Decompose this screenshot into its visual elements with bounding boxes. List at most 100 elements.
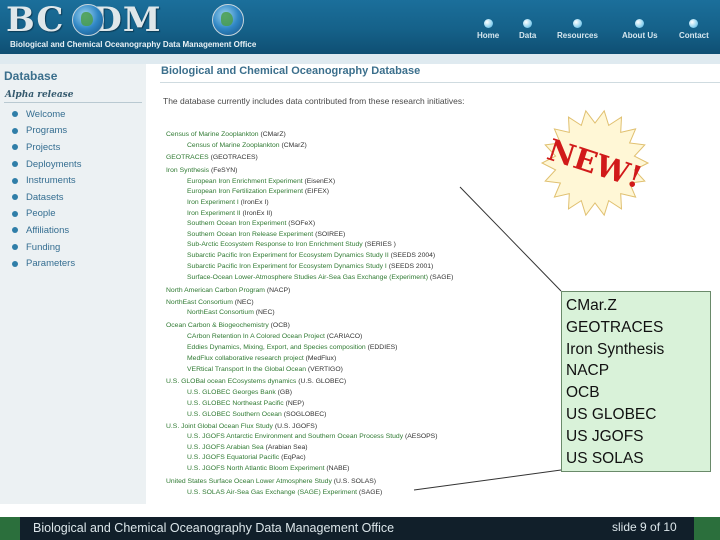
project-link[interactable]: Sub-Arctic Ecosystem Response to Iron En… <box>187 240 396 249</box>
project-name: Eddies Dynamics, Mixing, Export, and Spe… <box>187 344 368 351</box>
project-name: Iron Experiment II <box>187 210 243 217</box>
project-link[interactable]: NorthEast Consortium (NEC) <box>166 298 254 307</box>
project-abbr: (U.S. SOLAS) <box>333 478 377 485</box>
project-abbr: (MedFlux) <box>305 355 337 362</box>
project-link[interactable]: GEOTRACES (GEOTRACES) <box>166 153 258 162</box>
project-abbr: (SEEDS 2004) <box>390 252 436 259</box>
project-link[interactable]: VERtical Transport In the Global Ocean (… <box>187 365 343 374</box>
project-abbr: (CMarZ) <box>281 142 307 149</box>
project-abbr: (EqPac) <box>281 454 306 461</box>
project-link[interactable]: Southern Ocean Iron Release Experiment (… <box>187 230 345 239</box>
project-link[interactable]: Eddies Dynamics, Mixing, Export, and Spe… <box>187 343 397 352</box>
slide-footer: Biological and Chemical Oceanography Dat… <box>0 517 720 540</box>
project-abbr: (U.S. JGOFS) <box>274 423 318 430</box>
project-link[interactable]: U.S. JGOFS North Atlantic Bloom Experime… <box>187 464 349 473</box>
project-name: U.S. JGOFS Arabian Sea <box>187 444 266 451</box>
project-link[interactable]: Iron Experiment II (IronEx II) <box>187 209 272 218</box>
project-link[interactable]: U.S. JGOFS Antarctic Environment and Sou… <box>187 432 437 441</box>
project-name: U.S. GLOBEC Northeast Pacific <box>187 400 286 407</box>
project-name: Subarctic Pacific Iron Experiment for Ec… <box>187 252 391 259</box>
project-abbr: (GB) <box>277 389 293 396</box>
project-link[interactable]: European Iron Enrichment Experiment (Eis… <box>187 177 335 186</box>
project-abbr: (NEC) <box>255 309 275 316</box>
project-name: Surface-Ocean Lower-Atmosphere Studies A… <box>187 274 430 281</box>
project-name: U.S. GLOBal ocean ECosystems dynamics <box>166 378 299 385</box>
footer-accent <box>0 517 20 540</box>
project-abbr: (SAGE) <box>429 274 454 281</box>
project-link[interactable]: U.S. GLOBEC Northeast Pacific (NEP) <box>187 399 304 408</box>
project-abbr: (CMarZ) <box>260 131 286 138</box>
callout-item: US SOLAS <box>566 449 644 467</box>
new-starburst-icon: NEW! <box>540 109 650 217</box>
project-name: Ocean Carbon & Biogeochemistry <box>166 322 271 329</box>
project-name: United States Surface Ocean Lower Atmosp… <box>166 478 334 485</box>
footer-accent <box>694 517 720 540</box>
project-name: U.S. JGOFS North Atlantic Bloom Experime… <box>187 465 327 472</box>
project-name: Subarctic Pacific Iron Experiment for Ec… <box>187 263 389 270</box>
project-name: NorthEast Consortium <box>166 299 235 306</box>
project-name: VERtical Transport In the Global Ocean <box>187 366 308 373</box>
project-abbr: (GEOTRACES) <box>210 154 258 161</box>
project-abbr: (U.S. GLOBEC) <box>298 378 347 385</box>
project-name: U.S. GLOBEC Southern Ocean <box>187 411 284 418</box>
project-abbr: (EDDIES) <box>367 344 398 351</box>
project-link[interactable]: MedFlux collaborative research project (… <box>187 354 336 363</box>
project-link[interactable]: European Iron Fertilization Experiment (… <box>187 187 329 196</box>
project-abbr: (SOGLOBEC) <box>283 411 327 418</box>
project-abbr: (IronEx II) <box>242 210 273 217</box>
callout-item: Iron Synthesis <box>566 340 665 358</box>
callout-item: GEOTRACES <box>566 318 664 336</box>
project-abbr: (OCB) <box>270 322 290 329</box>
project-link[interactable]: U.S. Joint Global Ocean Flux Study (U.S.… <box>166 422 317 431</box>
project-link[interactable]: U.S. JGOFS Arabian Sea (Arabian Sea) <box>187 443 308 452</box>
project-name: CArbon Retention In A Colored Ocean Proj… <box>187 333 327 340</box>
project-abbr: (SERIES ) <box>364 241 396 248</box>
project-name: U.S. JGOFS Equatorial Pacific <box>187 454 282 461</box>
project-name: Iron Experiment I <box>187 199 241 206</box>
project-name: Iron Synthesis <box>166 167 211 174</box>
footer-org-name: Biological and Chemical Oceanography Dat… <box>33 521 395 535</box>
project-link[interactable]: United States Surface Ocean Lower Atmosp… <box>166 477 376 486</box>
project-link[interactable]: Census of Marine Zooplankton (CMarZ) <box>166 130 286 139</box>
callout-item: US JGOFS <box>566 427 644 445</box>
project-link[interactable]: Surface-Ocean Lower-Atmosphere Studies A… <box>187 273 453 282</box>
project-name: Census of Marine Zooplankton <box>166 131 261 138</box>
project-link[interactable]: Iron Synthesis (FeSYN) <box>166 166 237 175</box>
project-name: European Iron Fertilization Experiment <box>187 188 305 195</box>
project-abbr: (Arabian Sea) <box>265 444 308 451</box>
project-name: Census of Marine Zooplankton <box>187 142 282 149</box>
project-abbr: (AESOPS) <box>404 433 438 440</box>
project-link[interactable]: U.S. JGOFS Equatorial Pacific (EqPac) <box>187 453 306 462</box>
project-link[interactable]: Census of Marine Zooplankton (CMarZ) <box>187 141 307 150</box>
project-name: U.S. JGOFS Antarctic Environment and Sou… <box>187 433 405 440</box>
project-name: GEOTRACES <box>166 154 211 161</box>
project-name: NorthEast Consortium <box>187 309 256 316</box>
project-name: Southern Ocean Iron Release Experiment <box>187 231 316 238</box>
project-abbr: (FeSYN) <box>210 167 238 174</box>
project-link[interactable]: Subarctic Pacific Iron Experiment for Ec… <box>187 262 433 271</box>
project-abbr: (SOIREE) <box>315 231 346 238</box>
slide-number: slide 9 of 10 <box>612 520 677 534</box>
project-link[interactable]: U.S. SOLAS Air-Sea Gas Exchange (SAGE) E… <box>187 488 382 497</box>
callout-item: US GLOBEC <box>566 405 657 423</box>
project-link[interactable]: Subarctic Pacific Iron Experiment for Ec… <box>187 251 435 260</box>
project-abbr: (NABE) <box>326 465 350 472</box>
project-link[interactable]: NorthEast Consortium (NEC) <box>187 308 275 317</box>
project-link[interactable]: CArbon Retention In A Colored Ocean Proj… <box>187 332 362 341</box>
project-link[interactable]: U.S. GLOBal ocean ECosystems dynamics (U… <box>166 377 346 386</box>
project-name: Sub-Arctic Ecosystem Response to Iron En… <box>187 241 365 248</box>
project-abbr: (NACP) <box>266 287 291 294</box>
project-link[interactable]: U.S. GLOBEC Georges Bank (GB) <box>187 388 292 397</box>
project-name: North American Carbon Program <box>166 287 267 294</box>
project-link[interactable]: U.S. GLOBEC Southern Ocean (SOGLOBEC) <box>187 410 326 419</box>
callout-item: CMar.Z <box>566 297 617 314</box>
project-link[interactable]: Southern Ocean Iron Experiment (SOFeX) <box>187 219 315 228</box>
project-link[interactable]: North American Carbon Program (NACP) <box>166 286 290 295</box>
project-link[interactable]: Ocean Carbon & Biogeochemistry (OCB) <box>166 321 290 330</box>
project-name: MedFlux collaborative research project <box>187 355 306 362</box>
callout-item: OCB <box>566 384 600 402</box>
project-link[interactable]: Iron Experiment I (IronEx I) <box>187 198 269 207</box>
project-abbr: (NEP) <box>285 400 305 407</box>
callout-item: NACP <box>566 362 610 380</box>
project-abbr: (CARIACO) <box>326 333 363 340</box>
